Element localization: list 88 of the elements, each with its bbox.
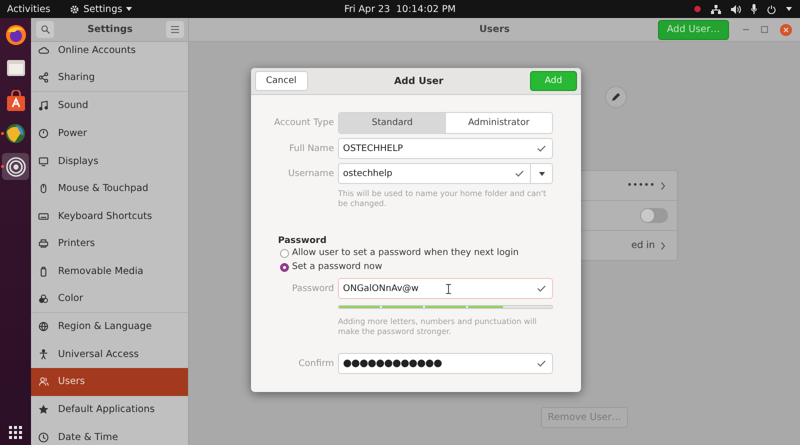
users-icon [38, 376, 49, 388]
app-grid-icon[interactable] [9, 426, 22, 439]
clock[interactable]: Fri Apr 23 10:14:02 PM [344, 4, 456, 14]
close-icon[interactable] [780, 24, 792, 36]
sidebar-item[interactable]: Users [31, 368, 188, 396]
radio-button[interactable] [280, 248, 289, 258]
caret-icon[interactable] [786, 7, 792, 11]
shopping-bag-icon[interactable] [6, 90, 26, 112]
network-icon[interactable] [711, 4, 721, 14]
sidebar-item[interactable]: Power [31, 120, 188, 148]
username-field[interactable]: ostechhelp [338, 163, 531, 184]
check-icon [537, 285, 546, 292]
color-icon [38, 293, 49, 304]
chevron-icon[interactable] [661, 182, 665, 190]
setting-value: ed in [631, 240, 655, 251]
sidebar-title: Settings [87, 24, 133, 35]
share-icon [38, 72, 49, 84]
activities-button[interactable]: Activities [7, 4, 50, 14]
mouse-icon [38, 183, 49, 194]
sidebar-item[interactable]: Universal Access [31, 340, 188, 368]
account-type-option[interactable]: Administrator [446, 113, 552, 133]
folder-icon[interactable] [6, 58, 26, 78]
toggle-switch[interactable] [640, 208, 668, 223]
sidebar-item[interactable]: Date & Time [31, 423, 188, 445]
check-icon [515, 170, 524, 177]
radio-option[interactable]: Set a password now [280, 260, 553, 274]
check-icon [537, 360, 546, 367]
cancel-button[interactable]: Cancel [255, 71, 308, 91]
clock-icon [38, 432, 49, 443]
field-label: Full Name [288, 144, 335, 154]
sidebar-item[interactable]: Mouse & Touchpad [31, 174, 188, 203]
password-field[interactable]: ONGalONnAv@w [338, 278, 553, 299]
sidebar-item[interactable]: Sharing [31, 64, 188, 92]
radio-button[interactable] [280, 262, 289, 272]
display-icon [38, 156, 49, 167]
running-indicator [1, 165, 4, 168]
radio-option[interactable]: Allow user to set a password when they next login [280, 246, 553, 260]
microphone-icon[interactable] [751, 4, 757, 14]
search-button[interactable] [36, 21, 54, 38]
search-icon [40, 25, 50, 34]
sidebar-item[interactable]: Keyboard Shortcuts [31, 202, 188, 230]
edit-button[interactable] [605, 86, 627, 108]
pencil-icon [611, 92, 621, 102]
section-title: Password [278, 236, 328, 246]
sidebar-item[interactable]: Removable Media [31, 258, 188, 286]
access-icon [38, 348, 49, 360]
sidebar-item[interactable]: Default Applications [31, 396, 188, 424]
setting-value: ••••• [626, 180, 655, 191]
power-icon[interactable] [767, 4, 776, 14]
field-label: Confirm [298, 358, 335, 368]
full-name-field[interactable]: OSTECHHELP [338, 138, 553, 159]
sidebar-item[interactable]: Printers [31, 230, 188, 258]
settings-icon[interactable] [6, 156, 26, 176]
sidebar-item[interactable]: Online Accounts [31, 37, 188, 65]
globe-icon[interactable] [5, 123, 26, 144]
text-cursor-icon [446, 284, 451, 294]
sidebar-item[interactable]: Region & Language [31, 312, 188, 341]
menu-icon [170, 26, 179, 33]
media-icon [38, 266, 49, 278]
star-icon [38, 404, 49, 416]
chevron-icon[interactable] [661, 242, 665, 250]
gear-icon [70, 4, 80, 14]
dropdown-button[interactable] [531, 163, 553, 184]
cloud-icon [38, 45, 49, 56]
app-menu[interactable]: Settings [70, 4, 132, 14]
check-icon [537, 145, 546, 152]
browser-icon[interactable] [4, 24, 26, 46]
globe-icon [38, 321, 49, 332]
sidebar-item[interactable]: Sound [31, 92, 188, 120]
caret-icon [126, 7, 132, 11]
menu-button[interactable] [166, 21, 184, 38]
music-icon [38, 100, 49, 112]
keyboard-icon [38, 210, 49, 222]
confirm-field[interactable]: ●●●●●●●●●●●● [338, 353, 553, 374]
account-type-option[interactable]: Standard [339, 113, 446, 133]
dialog-title: Add User [394, 76, 444, 86]
field-label: Username [287, 168, 335, 178]
volume-icon[interactable] [731, 4, 741, 14]
field-label: Password [290, 284, 335, 294]
sidebar-item[interactable]: Displays [31, 147, 188, 175]
record-icon[interactable] [694, 5, 701, 13]
power-icon [38, 128, 49, 140]
page-title: Users [479, 24, 510, 35]
field-label: Account Type [273, 118, 335, 128]
printer-icon [38, 238, 49, 250]
sidebar-item[interactable]: Color [31, 285, 188, 313]
running-indicator [1, 132, 4, 135]
caret-icon [538, 172, 544, 176]
